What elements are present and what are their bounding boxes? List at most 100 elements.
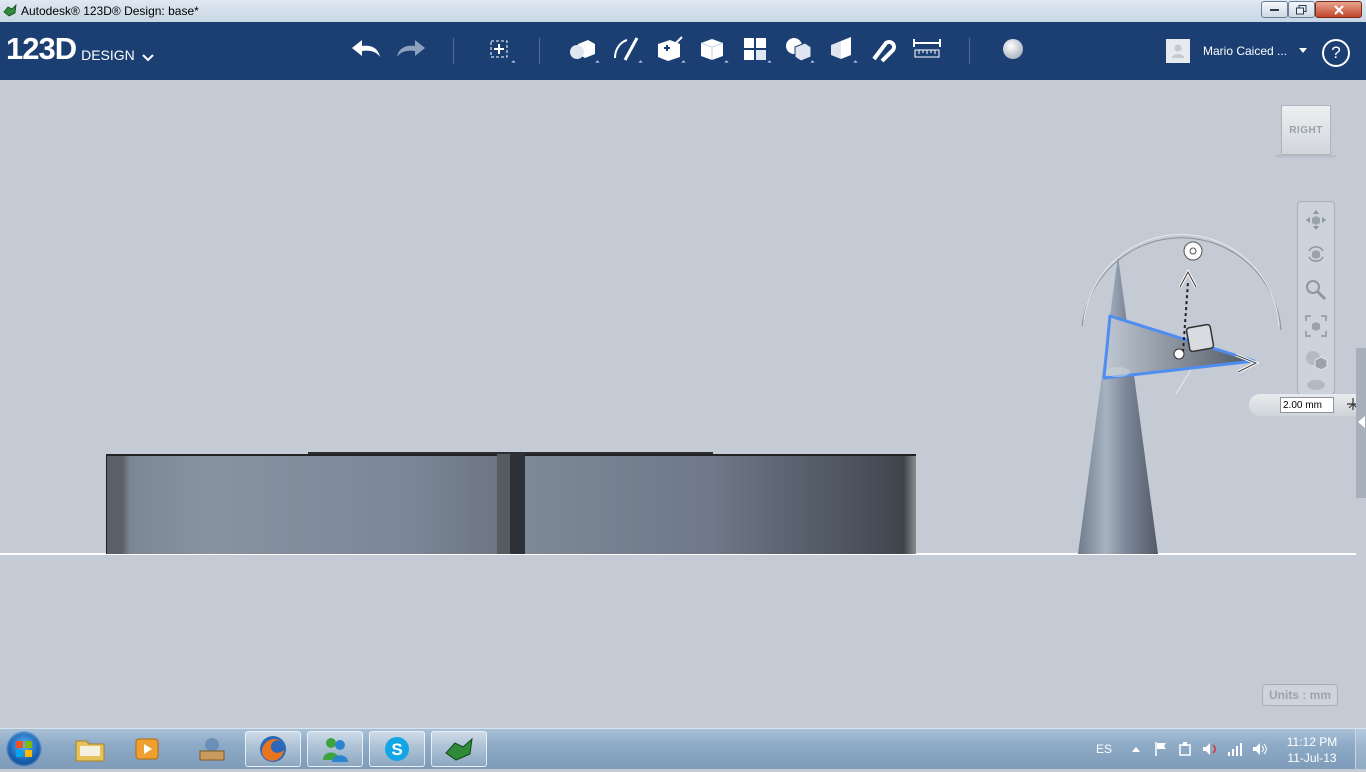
- more-views-button[interactable]: [1302, 378, 1330, 392]
- combine-icon: [831, 37, 851, 59]
- view-cube-shadow: [1276, 155, 1336, 159]
- minimize-button[interactable]: [1261, 1, 1288, 18]
- taskbar-firefox[interactable]: [245, 731, 301, 767]
- show-desktop-button[interactable]: [1355, 729, 1366, 769]
- redo-icon: [397, 40, 425, 57]
- side-panel-toggle-icon[interactable]: [1358, 416, 1365, 428]
- construct-button[interactable]: [652, 32, 686, 66]
- user-name: Mario Caiced ...: [1203, 44, 1288, 58]
- group-icon: [786, 38, 812, 62]
- taskbar-media-player[interactable]: [120, 731, 176, 767]
- clock-time: 11:12 PM: [1286, 735, 1338, 749]
- start-button[interactable]: [6, 731, 42, 767]
- folder-icon: [75, 740, 105, 762]
- dimension-input[interactable]: [1280, 397, 1334, 413]
- units-indicator[interactable]: Units : mm: [1262, 684, 1338, 706]
- logo-text: 123D: [6, 31, 77, 66]
- app-menu-logo[interactable]: 123D DESIGN: [6, 33, 154, 65]
- user-icon: [1172, 44, 1184, 58]
- speaker-icon[interactable]: [1251, 741, 1269, 757]
- primitives-button[interactable]: [566, 32, 600, 66]
- window-title: Autodesk® 123D® Design: base*: [21, 4, 199, 18]
- material-button[interactable]: [996, 32, 1030, 66]
- taskbar-explorer[interactable]: [62, 731, 118, 767]
- scene-canvas[interactable]: [0, 80, 1366, 728]
- pattern-button[interactable]: [738, 32, 772, 66]
- avatar: [1166, 39, 1190, 63]
- navigation-bar: [1297, 201, 1335, 395]
- shaded-cube-icon: [1306, 351, 1328, 371]
- skype-icon: S: [385, 737, 409, 761]
- windows-taskbar: S ES 11:12 PM 11-Jul-13: [0, 728, 1366, 769]
- svg-text:S: S: [391, 740, 402, 759]
- snap-button[interactable]: [867, 32, 901, 66]
- redo-button[interactable]: [393, 32, 427, 66]
- visual-style-button[interactable]: [1302, 346, 1330, 374]
- taskbar-app-shelf[interactable]: [184, 731, 240, 767]
- rotate-handle: [1183, 241, 1203, 261]
- group-button[interactable]: [781, 32, 815, 66]
- taskbar-skype[interactable]: S: [369, 731, 425, 767]
- 123d-design-icon: [445, 737, 473, 761]
- action-center-flag-icon[interactable]: [1153, 741, 1169, 757]
- toolbar-separator: [969, 38, 970, 64]
- undo-icon: [352, 40, 380, 57]
- 3d-viewport[interactable]: RIGHT Units : mm: [0, 80, 1366, 728]
- view-cube[interactable]: RIGHT: [1281, 105, 1331, 155]
- user-menu[interactable]: Mario Caiced ...: [1166, 39, 1287, 63]
- pan-icon: [1306, 210, 1326, 230]
- toolbar-separator: [539, 38, 540, 64]
- pattern-icon: [744, 38, 766, 60]
- language-indicator[interactable]: ES: [1096, 742, 1112, 756]
- firefox-icon: [260, 736, 286, 762]
- fit-button[interactable]: [1302, 312, 1330, 340]
- construct-icon: [658, 36, 683, 61]
- snap-magnet-icon: [872, 40, 896, 63]
- clock-date: 11-Jul-13: [1287, 751, 1337, 765]
- box-model: [106, 452, 916, 554]
- system-tray: ES: [1096, 729, 1269, 769]
- maximize-button[interactable]: [1288, 1, 1315, 18]
- media-player-icon: [135, 738, 159, 760]
- windows-logo-icon: [16, 741, 32, 757]
- measure-button[interactable]: [910, 32, 944, 66]
- transform-icon: [490, 40, 508, 58]
- pivot-handle: [1173, 348, 1185, 360]
- close-button[interactable]: [1315, 1, 1362, 18]
- eye-icon: [1307, 380, 1325, 390]
- modify-icon: [700, 39, 724, 60]
- help-button[interactable]: ?: [1322, 39, 1350, 67]
- messenger-icon: [323, 738, 348, 762]
- chevron-down-icon: [142, 54, 154, 62]
- measure-icon: [913, 39, 941, 58]
- toolbar-separator: [453, 38, 454, 64]
- fit-icon: [1305, 315, 1327, 337]
- system-clock[interactable]: 11:12 PM 11-Jul-13: [1282, 734, 1342, 766]
- orbit-icon: [1308, 246, 1324, 262]
- taskbar-123d-design[interactable]: [431, 731, 487, 767]
- material-sphere-icon: [1003, 39, 1023, 59]
- zoom-button[interactable]: [1302, 276, 1330, 304]
- orbit-button[interactable]: [1302, 240, 1330, 268]
- main-toolbar: 123D DESIGN Mario Caiced ... ?: [0, 22, 1366, 80]
- logo-subtext: DESIGN: [81, 47, 135, 63]
- sketch-button[interactable]: [609, 32, 643, 66]
- modify-button[interactable]: [695, 32, 729, 66]
- usb-device-icon[interactable]: [1177, 741, 1193, 757]
- pan-button[interactable]: [1302, 206, 1330, 234]
- user-menu-caret-icon[interactable]: [1299, 48, 1307, 53]
- taskbar-messenger[interactable]: [307, 731, 363, 767]
- network-signal-icon[interactable]: [1227, 741, 1243, 757]
- sketch-icon: [614, 37, 639, 61]
- volume-icon[interactable]: [1201, 741, 1219, 757]
- cone-model: [1078, 256, 1158, 554]
- transform-button[interactable]: [482, 32, 516, 66]
- zoom-icon: [1306, 280, 1327, 301]
- primitives-icon: [570, 40, 595, 59]
- undo-button[interactable]: [350, 32, 384, 66]
- combine-button[interactable]: [824, 32, 858, 66]
- show-hidden-icons-icon[interactable]: [1131, 745, 1141, 753]
- title-bar: Autodesk® 123D® Design: base*: [0, 0, 1366, 23]
- scale-handle: [1185, 323, 1215, 353]
- app-icon: [3, 4, 17, 17]
